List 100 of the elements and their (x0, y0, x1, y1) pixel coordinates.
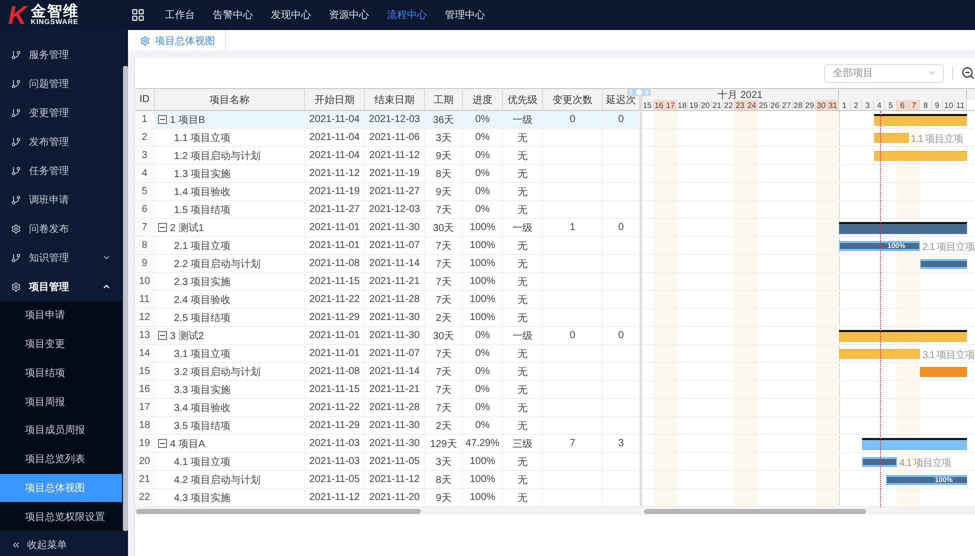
nav-item[interactable]: 管理中心 (445, 8, 485, 22)
table-cell: 2021-11-30 (365, 309, 425, 326)
column-header[interactable]: 工期 (425, 89, 463, 110)
table-row[interactable]: 19 4 项目A 2021-11-03 2021-11-30 129天 47.29% 三级 7 3 (135, 435, 640, 453)
table-row[interactable]: 15 3.2 项目启动与计划 2021-11-08 2021-11-14 7天 0% 无 (135, 363, 640, 381)
table-cell: 100% (463, 309, 503, 326)
day-header: 27 (781, 100, 793, 110)
table-row[interactable]: 11 2.4 项目验收 2021-11-22 2021-11-28 7天 100% 无 (135, 291, 640, 309)
column-header[interactable]: 开始日期 (305, 89, 365, 110)
table-cell: 无 (503, 453, 543, 470)
table-cell: 7天 (425, 273, 463, 290)
column-header[interactable]: ID (135, 89, 155, 110)
sidebar-subitem[interactable]: 项目变更 (0, 330, 122, 358)
table-cell-text: 1.3 项目实施 (174, 168, 231, 180)
sidebar-item[interactable]: 发布管理 (0, 127, 121, 156)
row-number: 3 (135, 147, 155, 164)
table-row[interactable]: 7 2 测试1 2021-11-01 2021-11-30 30天 100% 一级 1 0 (135, 219, 640, 237)
column-header[interactable]: 项目名称 (155, 89, 305, 110)
column-header[interactable]: 结束日期 (365, 89, 425, 110)
table-row[interactable]: 21 4.2 项目启动与计划 2021-11-05 2021-11-12 8天 100% 无 (135, 471, 640, 489)
table-row[interactable]: 9 2.2 项目启动与计划 2021-11-08 2021-11-14 7天 100% 无 (135, 255, 640, 273)
table-cell: 2天 (425, 309, 463, 326)
sidebar-subitem[interactable]: 项目总览列表 (0, 444, 122, 474)
table-row[interactable]: 5 1.4 项目验收 2021-11-19 2021-11-27 9天 0% 无 (135, 183, 640, 201)
nav-item[interactable]: 工作台 (165, 8, 195, 22)
table-cell: 100% (463, 273, 503, 290)
table-cell: 无 (503, 399, 543, 416)
table-row[interactable]: 10 2.3 项目实施 2021-11-15 2021-11-21 7天 100% 无 (135, 273, 640, 291)
sidebar-subitem[interactable]: 项目周报 (0, 387, 122, 416)
nav-item[interactable]: 流程中心 (387, 8, 427, 22)
table-cell: 2021-11-01 (305, 237, 365, 254)
table-cell: 100% (463, 219, 503, 236)
column-header[interactable]: 变更次数 (543, 89, 603, 110)
table-row[interactable]: 17 3.4 项目验收 2021-11-22 2021-11-28 7天 0% 无 (135, 399, 640, 417)
table-cell-text: 3.2 项目启动与计划 (174, 366, 261, 378)
table-cell: 100% (463, 489, 503, 506)
row-number: 20 (135, 453, 155, 470)
nav-item[interactable]: 发现中心 (271, 8, 311, 22)
logo-name: 金智维 (30, 4, 79, 19)
table-row[interactable]: 4 1.3 项目实施 2021-11-12 2021-11-19 8天 0% 无 (135, 165, 640, 183)
column-header[interactable]: 优先级 (503, 89, 543, 110)
table-row[interactable]: 2 1.1 项目立项 2021-11-04 2021-11-06 3天 0% 无 (135, 129, 640, 147)
sidebar-subitem[interactable]: 项目成员周报 (0, 416, 122, 445)
sidebar-subitem[interactable]: 项目总览权限设置 (0, 502, 122, 531)
day-header: 18 (676, 100, 688, 110)
table-cell-text: 2.3 项目实施 (174, 276, 231, 288)
table-cell: 无 (503, 471, 543, 488)
table-row[interactable]: 13 3 测试2 2021-11-01 2021-11-30 30天 0% 一级 0 0 (135, 327, 640, 345)
table-row[interactable]: 20 4.1 项目立项 2021-11-03 2021-11-05 3天 100% 无 (135, 453, 640, 471)
table-cell: 30天 (425, 219, 463, 236)
collapse-menu-link[interactable]: 收起菜单 (27, 538, 67, 552)
table-cell: 2021-11-22 (305, 291, 365, 308)
sidebar-item[interactable]: 问卷发布 (0, 214, 121, 243)
row-number: 2 (135, 129, 155, 146)
day-header: 20 (700, 100, 712, 110)
sidebar-item[interactable]: 项目管理 (0, 272, 121, 301)
table-row[interactable]: 16 3.3 项目实施 2021-11-15 2021-11-21 7天 0% 无 (135, 381, 640, 399)
table-cell: 0 (543, 111, 603, 128)
table-row[interactable]: 6 1.5 项目结项 2021-11-27 2021-12-03 7天 0% 无 (135, 201, 640, 219)
table-cell: 2021-11-14 (365, 255, 425, 272)
bar-label: 1.1 项目立项 (910, 132, 963, 146)
day-header: 4 (874, 100, 886, 110)
table-cell: 8天 (425, 165, 463, 182)
sidebar-item-label: 服务管理 (29, 48, 70, 62)
table-cell: 2021-11-14 (365, 363, 425, 380)
table-row[interactable]: 3 1.2 项目启动与计划 2021-11-04 2021-11-12 9天 0% 无 (135, 147, 640, 165)
table-cell: 无 (503, 129, 543, 146)
table-row[interactable]: 22 4.3 项目实施 2021-11-12 2021-11-20 9天 100% 无 (135, 489, 640, 507)
table-cell: 3天 (425, 453, 463, 470)
table-cell: 0% (463, 363, 503, 380)
table-cell: 2021-11-29 (305, 309, 365, 326)
sidebar-item[interactable]: 服务管理 (0, 40, 121, 69)
row-number: 5 (135, 183, 155, 200)
row-number: 4 (135, 165, 155, 182)
table-row[interactable]: 1 1 项目B 2021-11-04 2021-12-03 36天 0% 一级 0 0 (135, 111, 640, 129)
table-cell: 无 (503, 291, 543, 308)
table-cell: 无 (503, 183, 543, 200)
table-row[interactable]: 12 2.5 项目结项 2021-11-29 2021-11-30 2天 100% 无 (135, 309, 640, 327)
sidebar-item[interactable]: 调班申请 (0, 185, 121, 214)
sidebar-item-label: 任务管理 (29, 164, 70, 178)
table-cell: 2021-12-03 (365, 111, 425, 128)
sidebar-item[interactable]: 知识管理 (0, 243, 121, 272)
table-row[interactable]: 14 3.1 项目立项 2021-11-01 2021-11-07 7天 0% 无 (135, 345, 640, 363)
table-cell: 7天 (425, 201, 463, 218)
table-cell: 2021-11-07 (365, 345, 425, 362)
table-row[interactable]: 18 3.5 项目结项 2021-11-29 2021-11-30 2天 0% 无 (135, 417, 640, 435)
day-header: 9 (932, 100, 944, 110)
table-cell: 2021-11-30 (365, 435, 425, 452)
sidebar-item[interactable]: 问题管理 (0, 69, 121, 98)
nav-item[interactable]: 告警中心 (213, 8, 253, 22)
table-cell: 2021-11-04 (305, 111, 365, 128)
sidebar-subitem[interactable]: 项目结项 (0, 358, 122, 388)
table-row[interactable]: 8 2.1 项目立项 2021-11-01 2021-11-07 7天 100% 无 (135, 237, 640, 255)
table-cell: 2021-12-03 (365, 201, 425, 218)
sidebar-item[interactable]: 变更管理 (0, 98, 121, 127)
sidebar-subitem[interactable]: 项目申请 (0, 301, 122, 330)
nav-item[interactable]: 资源中心 (329, 8, 369, 22)
table-cell: 3天 (425, 129, 463, 146)
column-header[interactable]: 进度 (463, 89, 503, 110)
sidebar-item[interactable]: 任务管理 (0, 156, 121, 185)
